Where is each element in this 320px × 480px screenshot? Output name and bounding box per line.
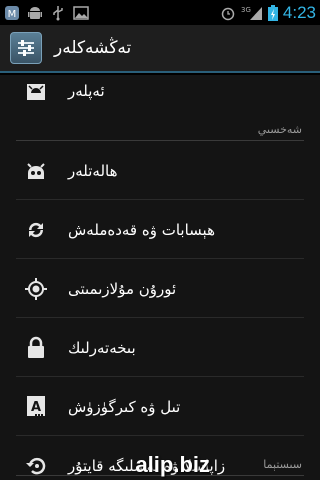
settings-item-accounts-sync[interactable]: ھېسابات ۋە قەدەملەش	[16, 201, 304, 259]
signal-icon: 3G	[241, 5, 263, 21]
settings-item-label: ئورۇن مۇلازىمىتى	[68, 279, 177, 298]
page-title: تەڭشەكلەر	[54, 38, 132, 58]
lock-icon	[20, 332, 52, 364]
settings-item-apps[interactable]: ئەپلەر	[16, 65, 304, 117]
language-icon: A	[20, 391, 52, 423]
location-icon	[20, 273, 52, 305]
settings-item-profiles[interactable]: ھالەتلەر	[16, 142, 304, 200]
battery-icon	[267, 4, 278, 21]
alarm-icon	[220, 5, 236, 21]
sync-icon	[20, 214, 52, 246]
status-bar: M 3G 4:23	[0, 0, 320, 25]
settings-item-location[interactable]: ئورۇن مۇلازىمىتى	[16, 260, 304, 318]
settings-item-language-input[interactable]: A تىل ۋە كىرگۈزۈش	[16, 378, 304, 436]
settings-list: ئەپلەر شەخسىي ھالەتلەر ھېسابات ۋە قەدەمل…	[0, 75, 320, 480]
settings-item-label: ئەپلەر	[68, 82, 105, 100]
svg-text:A: A	[31, 400, 41, 415]
usb-icon	[50, 5, 66, 21]
apps-icon	[20, 75, 52, 107]
image-icon	[73, 5, 89, 21]
system-icons: 3G 4:23	[220, 3, 316, 23]
svg-text:M: M	[8, 9, 17, 20]
settings-item-security[interactable]: بىخەتەرلىك	[16, 319, 304, 377]
section-label: سىستېما	[263, 458, 302, 471]
settings-item-label: ھېسابات ۋە قەدەملەش	[68, 220, 215, 239]
settings-item-label: تىل ۋە كىرگۈزۈش	[68, 397, 181, 416]
settings-item-label: بىخەتەرلىك	[68, 338, 136, 357]
watermark: alip.biz	[135, 452, 210, 477]
notification-icons: M	[4, 5, 89, 21]
messenger-icon: M	[4, 5, 20, 21]
settings-icon[interactable]	[10, 32, 42, 64]
section-label: شەخسىي	[257, 123, 302, 136]
android-icon	[27, 5, 43, 21]
network-type-label: 3G	[241, 6, 251, 14]
android-head-icon	[20, 155, 52, 187]
clock: 4:23	[282, 2, 316, 22]
settings-item-label: ھالەتلەر	[68, 161, 118, 180]
section-header-personal: شەخسىي	[16, 119, 304, 141]
